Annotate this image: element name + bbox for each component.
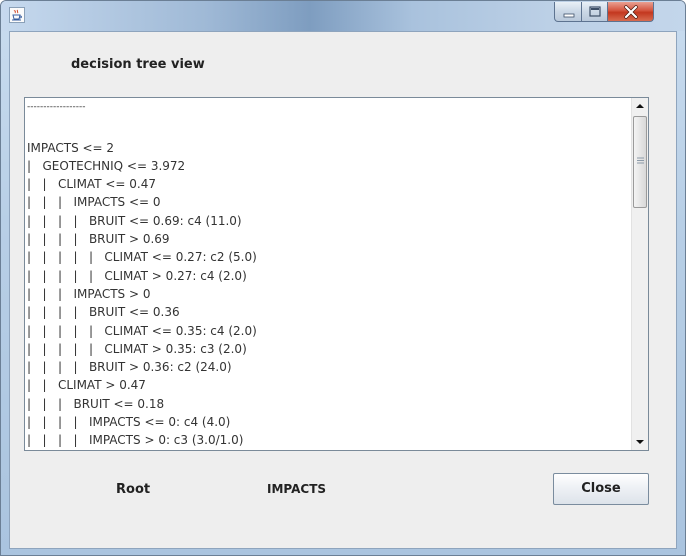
java-coffee-cup-icon bbox=[9, 7, 25, 23]
page-title: decision tree view bbox=[71, 57, 205, 72]
tree-line: | | | | IMPACTS <= 0: c4 (4.0) bbox=[27, 415, 231, 430]
tree-line: ------------------ bbox=[27, 102, 86, 112]
arrow-down-icon bbox=[636, 440, 644, 444]
close-icon bbox=[624, 5, 638, 19]
tree-line: | | | | | CLIMAT <= 0.35: c4 (2.0) bbox=[27, 323, 257, 338]
tree-line: | | | | BRUIT > 0.69 bbox=[27, 232, 170, 247]
tree-line: | | | IMPACTS <= 0 bbox=[27, 195, 161, 210]
arrow-up-icon bbox=[636, 104, 644, 108]
tree-line bbox=[27, 120, 257, 138]
tree-line: | | | IMPACTS > 0 bbox=[27, 286, 151, 301]
tree-line: | | | | | CLIMAT <= 0.27: c2 (5.0) bbox=[27, 250, 257, 265]
tree-line: | | CLIMAT > 0.47 bbox=[27, 378, 146, 393]
dialog-window: decision tree view ------------------ IM… bbox=[0, 0, 686, 556]
tree-line: IMPACTS <= 2 bbox=[27, 140, 115, 155]
tree-line: | | CLIMAT <= 0.47 bbox=[27, 177, 156, 192]
title-bar[interactable] bbox=[1, 1, 685, 31]
tree-text-area[interactable]: ------------------ IMPACTS <= 2 | GEOTECH… bbox=[27, 102, 257, 450]
tree-line: | | | | | CLIMAT > 0.27: c4 (2.0) bbox=[27, 268, 247, 283]
minimize-icon bbox=[563, 13, 575, 18]
scroll-thumb[interactable] bbox=[633, 116, 647, 208]
maximize-icon bbox=[589, 6, 601, 17]
tree-line: | | | | BRUIT <= 0.36 bbox=[27, 305, 180, 320]
tree-line: | GEOTECHNIQ <= 3.972 bbox=[27, 158, 186, 173]
tree-line: | | | | IMPACTS > 0: c3 (3.0/1.0) bbox=[27, 433, 244, 448]
root-label: Root bbox=[116, 482, 151, 497]
tree-line: | | | BRUIT <= 0.18 bbox=[27, 396, 165, 411]
window-close-button[interactable] bbox=[608, 2, 654, 22]
grip-icon bbox=[637, 157, 644, 164]
scroll-down-button[interactable] bbox=[632, 433, 648, 450]
root-value: IMPACTS bbox=[267, 482, 327, 496]
maximize-button[interactable] bbox=[582, 2, 608, 22]
tree-scroll-pane[interactable]: ------------------ IMPACTS <= 2 | GEOTECH… bbox=[24, 97, 649, 451]
close-button[interactable]: Close bbox=[553, 473, 649, 505]
tree-line: | | | | | CLIMAT > 0.35: c3 (2.0) bbox=[27, 341, 247, 356]
tree-line: | | | | BRUIT <= 0.69: c4 (11.0) bbox=[27, 213, 242, 228]
tree-line: | | | | BRUIT > 0.36: c2 (24.0) bbox=[27, 360, 232, 375]
scroll-up-button[interactable] bbox=[632, 98, 648, 115]
minimize-button[interactable] bbox=[554, 2, 582, 22]
vertical-scrollbar[interactable] bbox=[631, 98, 648, 450]
